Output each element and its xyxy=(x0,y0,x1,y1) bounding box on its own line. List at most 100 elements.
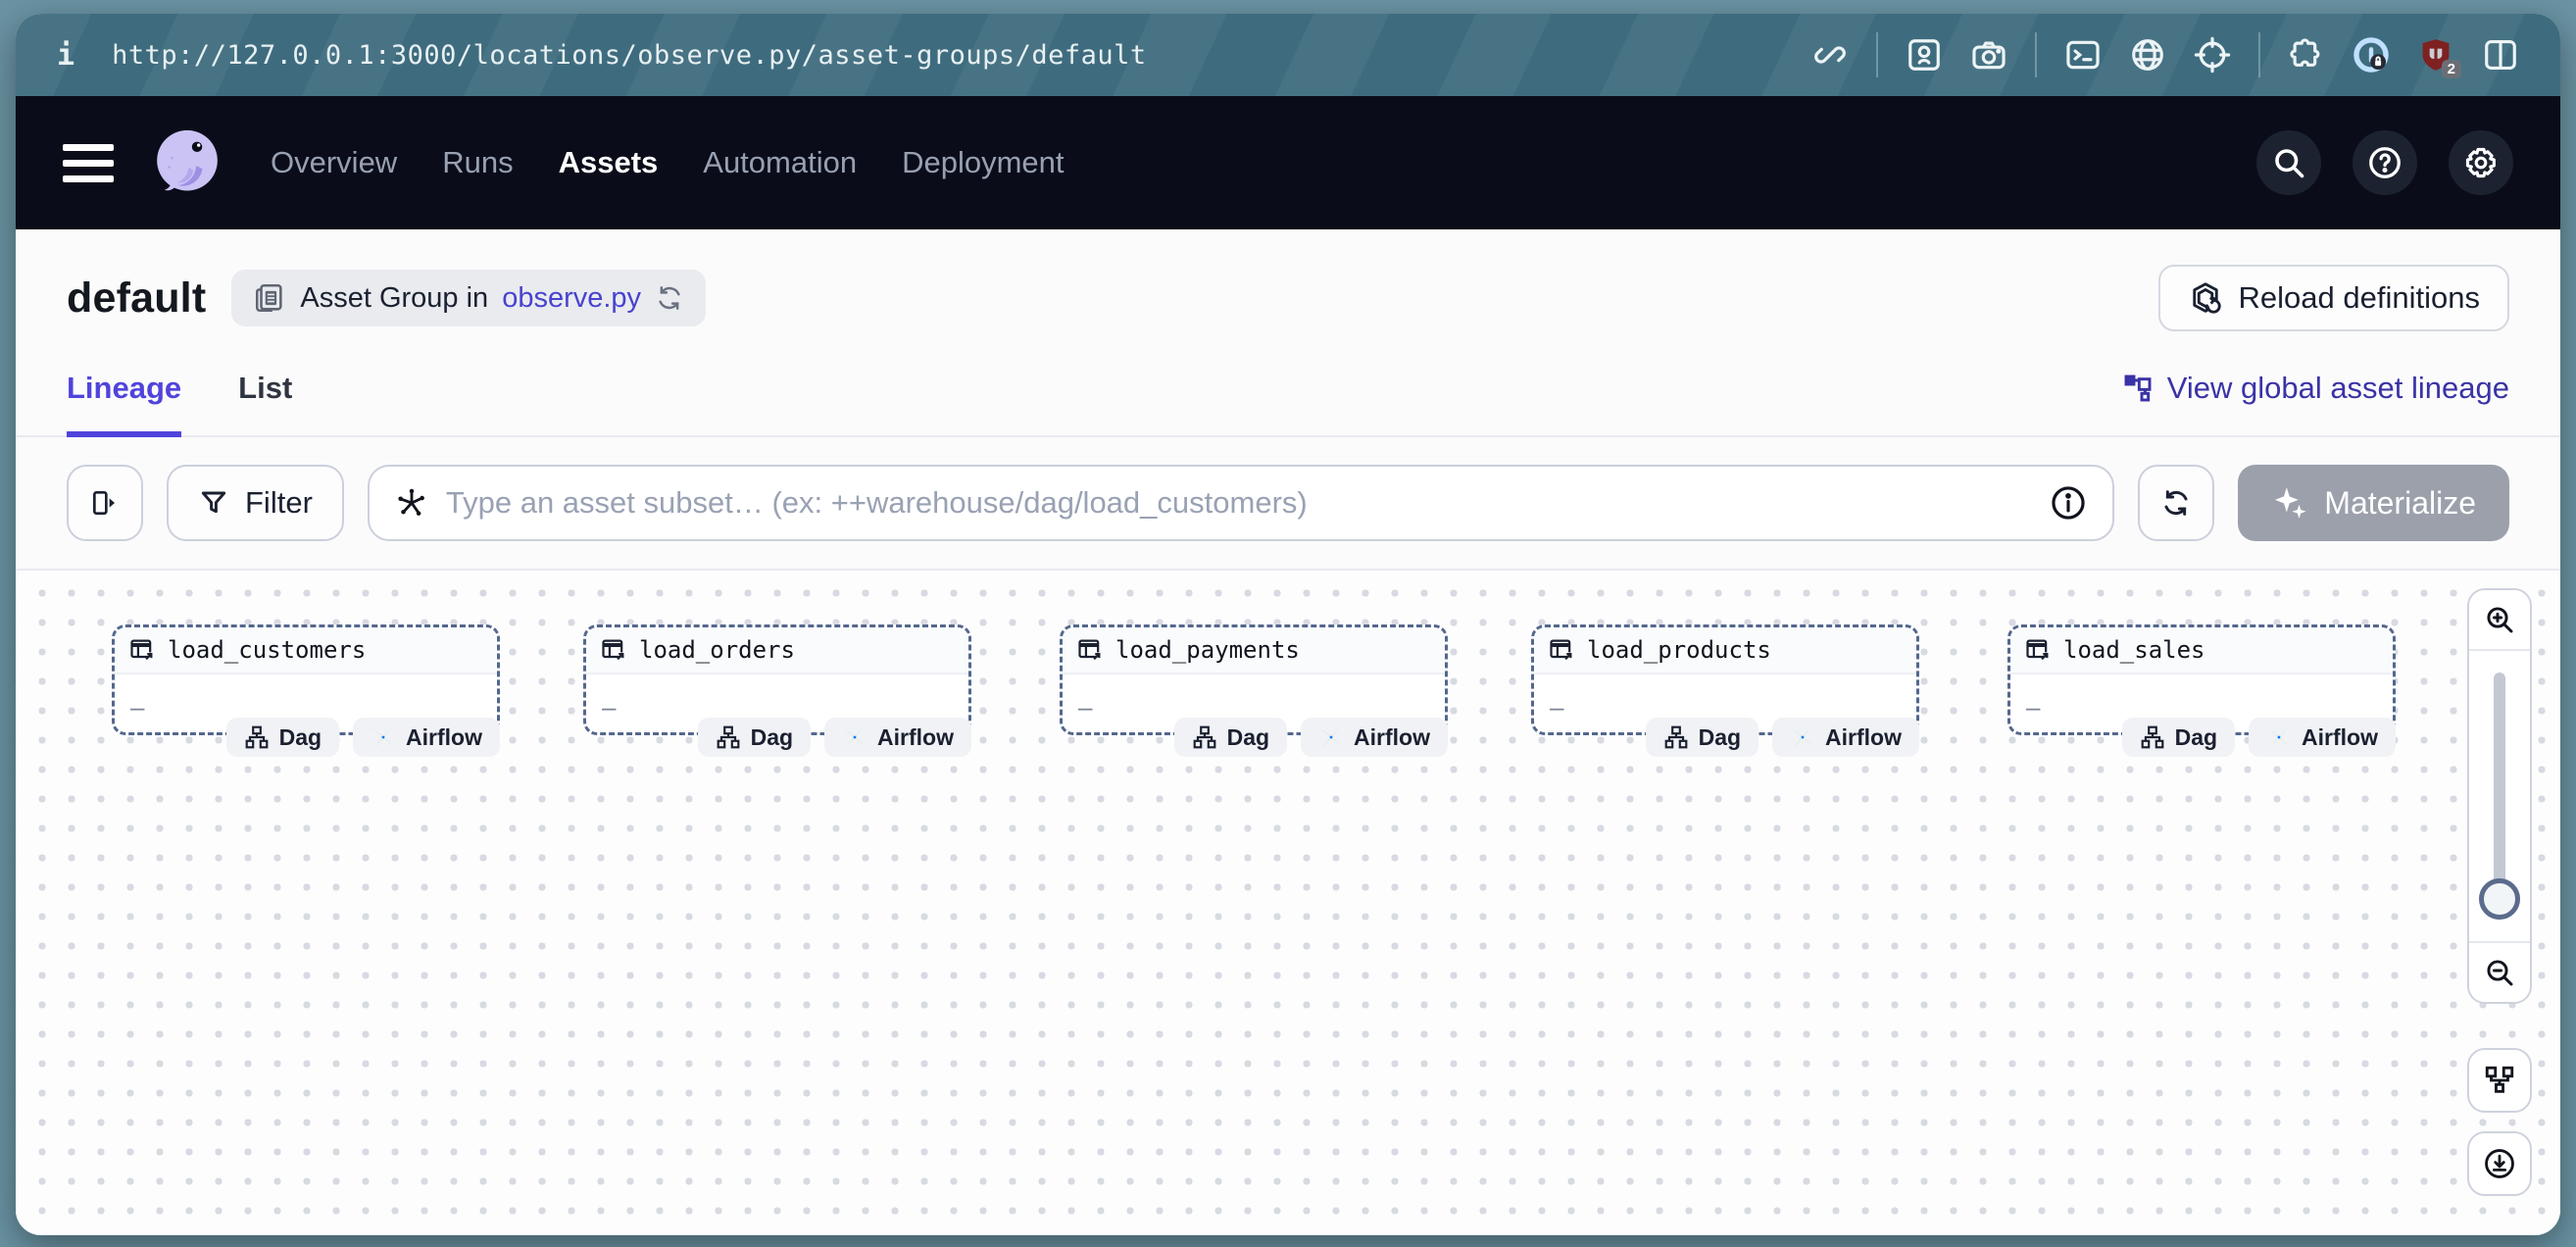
tag-airflow[interactable]: Airflow xyxy=(1772,718,1919,757)
globe-icon[interactable] xyxy=(2129,36,2166,74)
tag-dag[interactable]: Dag xyxy=(226,718,339,757)
password-manager-icon[interactable] xyxy=(2353,36,2390,74)
dag-icon xyxy=(716,724,741,750)
shield-badge-count: 2 xyxy=(2442,60,2461,78)
page-info-icon[interactable]: i xyxy=(57,38,74,73)
dagster-logo[interactable] xyxy=(151,126,223,199)
tag-label: Dag xyxy=(279,724,322,751)
tag-label: Dag xyxy=(1227,724,1269,751)
tag-label: Airflow xyxy=(1354,724,1430,751)
view-global-asset-lineage-label: View global asset lineage xyxy=(2167,371,2509,406)
toolbar-separator xyxy=(2035,32,2037,77)
asset-tags: Dag Airflow xyxy=(2007,718,2396,757)
dag-icon xyxy=(244,724,270,750)
page-header: default Asset Group in observe.py Reload… xyxy=(16,229,2560,331)
dag-icon xyxy=(1663,724,1689,750)
puzzle-icon[interactable] xyxy=(2288,36,2325,74)
materialize-label: Materialize xyxy=(2324,485,2476,522)
asset-name: load_sales xyxy=(2063,636,2205,664)
asset-subset-input[interactable] xyxy=(446,485,2032,521)
airflow-icon xyxy=(1790,724,1815,750)
zoom-in-button[interactable] xyxy=(2469,590,2530,651)
tag-label: Dag xyxy=(2175,724,2217,751)
airflow-icon xyxy=(2266,724,2292,750)
filter-label: Filter xyxy=(245,485,313,521)
tag-dag[interactable]: Dag xyxy=(1646,718,1759,757)
asset-tags: Dag Airflow xyxy=(112,718,500,757)
toolbar-separator xyxy=(2258,32,2260,77)
tag-label: Airflow xyxy=(406,724,482,751)
info-icon[interactable] xyxy=(2050,484,2087,522)
asset-name: load_orders xyxy=(639,636,795,664)
tag-airflow[interactable]: Airflow xyxy=(824,718,971,757)
open-panel-button[interactable] xyxy=(67,465,143,541)
reload-definitions-button[interactable]: Reload definitions xyxy=(2158,265,2509,331)
table-asset-icon xyxy=(1076,636,1104,664)
table-asset-icon xyxy=(1548,636,1575,664)
tag-airflow[interactable]: Airflow xyxy=(2249,718,2396,757)
nav-item-automation[interactable]: Automation xyxy=(703,145,857,180)
toolbar-separator xyxy=(1876,32,1878,77)
asset-tags: Dag Airflow xyxy=(1531,718,1919,757)
terminal-icon[interactable] xyxy=(2064,36,2102,74)
airflow-icon xyxy=(371,724,396,750)
nav-item-deployment[interactable]: Deployment xyxy=(902,145,1064,180)
asset-group-icon xyxy=(253,281,286,315)
lineage-canvas[interactable]: load_customers – Dag Airflow load_order xyxy=(16,571,2560,1235)
tag-dag[interactable]: Dag xyxy=(1174,718,1287,757)
browser-address-bar[interactable]: i http://127.0.0.1:3000/locations/observ… xyxy=(16,14,2560,96)
asset-name: load_customers xyxy=(168,636,366,664)
code-location-link[interactable]: observe.py xyxy=(502,282,641,315)
asset-tags: Dag Airflow xyxy=(583,718,971,757)
asset-group-badge: Asset Group in observe.py xyxy=(231,270,706,326)
refresh-button[interactable] xyxy=(2138,465,2214,541)
dag-icon xyxy=(1192,724,1217,750)
asset-tags: Dag Airflow xyxy=(1060,718,1448,757)
tag-dag[interactable]: Dag xyxy=(2122,718,2235,757)
tag-label: Airflow xyxy=(2302,724,2378,751)
asset-name: load_payments xyxy=(1115,636,1300,664)
nav-item-overview[interactable]: Overview xyxy=(271,145,397,180)
zoom-slider[interactable] xyxy=(2469,651,2530,941)
airflow-icon xyxy=(1318,724,1344,750)
menu-icon[interactable] xyxy=(63,144,114,182)
app-nav-bar: Overview Runs Assets Automation Deployme… xyxy=(16,96,2560,229)
table-asset-icon xyxy=(600,636,627,664)
tab-list[interactable]: List xyxy=(238,371,292,437)
browser-window: i http://127.0.0.1:3000/locations/observ… xyxy=(16,14,2560,1235)
zoom-slider-thumb[interactable] xyxy=(2479,878,2520,920)
asset-subset-searchbar[interactable] xyxy=(368,465,2114,541)
download-image-button[interactable] xyxy=(2467,1131,2532,1196)
reload-definitions-label: Reload definitions xyxy=(2239,280,2480,316)
tab-lineage[interactable]: Lineage xyxy=(67,371,181,437)
media-icon[interactable] xyxy=(1906,36,1943,74)
zoom-panel xyxy=(2467,588,2532,1004)
crosshair-icon[interactable] xyxy=(2194,36,2231,74)
camera-icon[interactable] xyxy=(1970,36,2007,74)
search-icon[interactable] xyxy=(2256,130,2321,195)
nav-links: Overview Runs Assets Automation Deployme… xyxy=(271,145,1065,180)
tag-label: Dag xyxy=(1699,724,1741,751)
gear-icon[interactable] xyxy=(2449,130,2513,195)
lineage-toolbar: Filter Materialize xyxy=(16,437,2560,571)
materialize-button[interactable]: Materialize xyxy=(2238,465,2509,541)
filter-button[interactable]: Filter xyxy=(167,465,344,541)
split-view-icon[interactable] xyxy=(2482,36,2519,74)
shield-icon[interactable]: 2 xyxy=(2417,36,2454,74)
tag-dag[interactable]: Dag xyxy=(698,718,811,757)
nav-item-runs[interactable]: Runs xyxy=(442,145,513,180)
tag-airflow[interactable]: Airflow xyxy=(353,718,500,757)
page-title: default xyxy=(67,274,206,323)
help-icon[interactable] xyxy=(2353,130,2417,195)
rearrange-graph-button[interactable] xyxy=(2467,1048,2532,1113)
tag-airflow[interactable]: Airflow xyxy=(1301,718,1448,757)
airflow-icon xyxy=(842,724,867,750)
zoom-out-button[interactable] xyxy=(2469,941,2530,1002)
sync-icon[interactable] xyxy=(655,283,684,313)
nav-item-assets[interactable]: Assets xyxy=(559,145,659,180)
url-text[interactable]: http://127.0.0.1:3000/locations/observe.… xyxy=(112,40,1147,71)
tag-label: Airflow xyxy=(1825,724,1902,751)
link-icon[interactable] xyxy=(1811,36,1849,74)
view-global-asset-lineage-link[interactable]: View global asset lineage xyxy=(2122,371,2509,435)
tabs-row: Lineage List View global asset lineage xyxy=(16,371,2560,437)
